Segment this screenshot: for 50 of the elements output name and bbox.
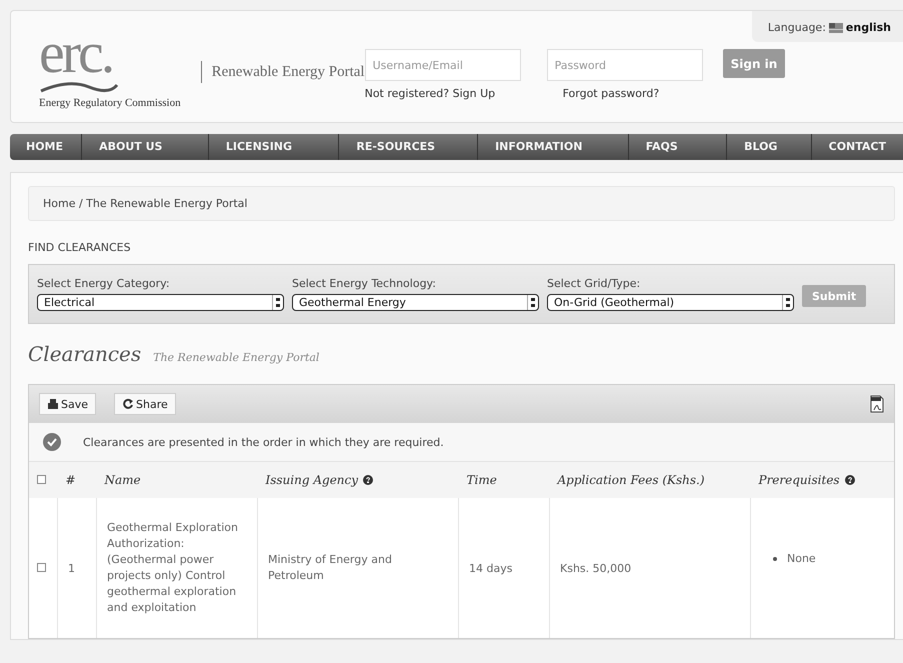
column-header: Prerequisites <box>758 473 840 487</box>
nav-item[interactable]: CONTACT <box>812 134 903 160</box>
column-header: Application Fees (Kshs.) <box>558 473 705 487</box>
nav-item[interactable]: ABOUT US <box>82 134 209 160</box>
logo-caption: Energy Regulatory Commission <box>39 97 181 109</box>
dropdown[interactable]: Geothermal Energy <box>292 294 539 311</box>
bullet-icon <box>773 556 777 560</box>
dropdown[interactable]: On-Grid (Geothermal) <box>547 294 794 311</box>
nav-item[interactable]: HOME <box>10 134 82 160</box>
table-cell: Ministry of Energy and Petroleum <box>268 553 392 582</box>
page-subheading: The Renewable Energy Portal <box>153 351 320 364</box>
column-header: # <box>66 473 76 487</box>
signup-link[interactable]: Not registered? Sign Up <box>364 87 521 100</box>
filter-label: Select Grid/Type: <box>547 277 642 290</box>
nav-item[interactable]: FAQS <box>628 134 728 160</box>
username-field[interactable]: Username/Email <box>364 49 521 81</box>
filter-label: Select Energy Technology: <box>292 277 437 290</box>
table-cell: 14 days <box>469 562 512 574</box>
sign-in-button[interactable]: Sign in <box>722 49 786 78</box>
printer-icon <box>47 398 59 410</box>
password-field[interactable]: Password <box>546 49 703 81</box>
column-header: Issuing Agency <box>266 473 358 487</box>
breadcrumb: Home / The Renewable Energy Portal <box>43 197 248 210</box>
column-header: Name <box>104 473 141 487</box>
checkbox[interactable] <box>37 562 46 572</box>
dropdown[interactable]: Electrical <box>37 294 284 311</box>
language-link[interactable]: english <box>846 21 891 34</box>
logo: erc. <box>39 25 114 81</box>
table-cell: 1 <box>68 562 75 574</box>
pdf-icon <box>870 395 884 413</box>
table-cell: Geothermal Exploration Authorization: (Geothermal power projects only) Control geothermal exploration and exploitation <box>107 521 238 614</box>
nav-item[interactable]: LICENSING <box>208 134 340 160</box>
nav-item[interactable]: INFORMATION <box>478 134 629 160</box>
page-heading: Clearances <box>28 342 142 366</box>
table-cell: Kshs. 50,000 <box>560 562 632 574</box>
checkbox[interactable] <box>37 475 46 484</box>
notice-text: Clearances are presented in the order in which they are required. <box>83 436 444 448</box>
nav-item[interactable]: RE-SOURCES <box>339 134 478 160</box>
check-circle-icon <box>43 433 61 451</box>
forgot-password-link[interactable]: Forgot password? <box>562 87 703 100</box>
column-header: Time <box>466 473 497 487</box>
table-cell: None <box>787 552 816 565</box>
language-label: Language: <box>768 21 826 34</box>
filter-label: Select Energy Category: <box>37 277 171 290</box>
toolbar-button[interactable]: Share <box>114 393 176 415</box>
refresh-icon <box>122 398 134 410</box>
section-title: FIND CLEARANCES <box>28 241 132 254</box>
toolbar-button[interactable]: Save <box>39 393 96 415</box>
flag-icon <box>828 22 843 32</box>
nav-item[interactable]: BLOG <box>727 134 812 160</box>
